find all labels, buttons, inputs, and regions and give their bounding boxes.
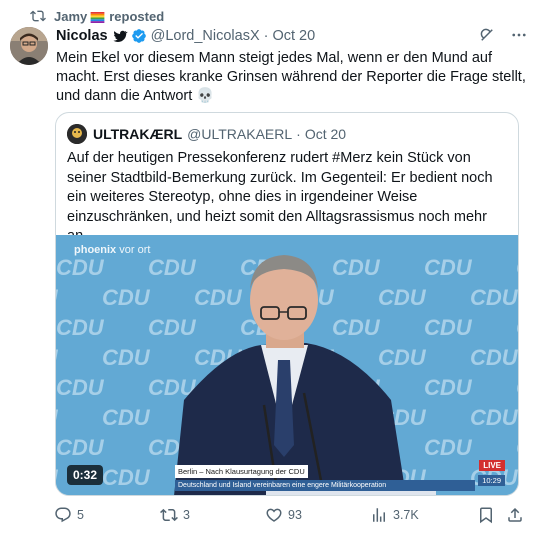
- backdrop-logo-text: CDU: [102, 465, 151, 490]
- reply-button[interactable]: 5: [54, 506, 84, 524]
- backdrop-logo-text: CDU: [102, 285, 151, 310]
- backdrop-logo-text: CDU: [470, 285, 518, 310]
- backdrop-logo-text: CDU: [424, 435, 473, 460]
- rainbow-flag-icon: [90, 11, 105, 23]
- backdrop-logo-text: CDU: [470, 345, 518, 370]
- backdrop-logo-text: CDU: [102, 345, 151, 370]
- backdrop-logo-text: CDU: [148, 315, 197, 340]
- quote-time: Oct 20: [304, 126, 347, 142]
- separator-dot: ·: [263, 28, 269, 44]
- header-actions: [478, 26, 528, 44]
- quote-header: ULTRAKÆRL @ULTRAKAERL · Oct 20: [67, 124, 346, 144]
- tweet-text: Mein Ekel vor diesem Mann steigt jedes M…: [56, 50, 526, 104]
- separator-dot: ·: [296, 126, 301, 142]
- channel-logo: phoenix vor ort: [74, 244, 151, 256]
- quote-text: Auf der heutigen Pressekonferenz rudert …: [67, 150, 493, 244]
- video-player[interactable]: CDU CDU CDU CDU CDU CDU CDU CDU CDU CDU CDU CDU CDU C…: [56, 235, 518, 495]
- backdrop-logo-text: CDU: [470, 405, 518, 430]
- backdrop-logo-text: CDU: [56, 375, 105, 400]
- video-duration: 0:32: [67, 465, 104, 485]
- backdrop-logo-text: CDU: [148, 255, 197, 280]
- quote-author-handle[interactable]: @ULTRAKAERL: [187, 126, 292, 142]
- backdrop-logo-text: CDU: [424, 255, 473, 280]
- more-options-icon[interactable]: [510, 26, 528, 44]
- share-button[interactable]: [506, 506, 529, 524]
- action-bar: 5 3 93 3.7K: [54, 506, 526, 528]
- bookmark-icon: [480, 507, 492, 524]
- backdrop-logo-text: CDU: [56, 435, 105, 460]
- backdrop-logo-text: CDU: [516, 435, 518, 460]
- backdrop-logo-text: CDU: [194, 285, 243, 310]
- backdrop-logo-text: CDU: [516, 375, 518, 400]
- repost-icon: [160, 508, 178, 522]
- analytics-icon: [373, 508, 385, 522]
- video-frame: CDU CDU CDU CDU CDU CDU CDU CDU CDU CDU CDU CDU CDU C…: [56, 235, 518, 495]
- quoted-tweet[interactable]: ULTRAKÆRL @ULTRAKAERL · Oct 20 Auf der h…: [55, 112, 519, 496]
- repost-user[interactable]: Jamy: [54, 9, 87, 24]
- share-icon: [508, 507, 522, 522]
- backdrop-logo-text: CDU: [516, 315, 518, 340]
- author-name[interactable]: Nicolas: [56, 28, 108, 44]
- tweet-time[interactable]: Oct 20: [272, 28, 315, 44]
- repost-label: reposted: [109, 8, 165, 24]
- grok-icon[interactable]: [478, 26, 496, 44]
- tweet-header: Nicolas @Lord_NicolasX · Oct 20: [56, 26, 528, 46]
- ticker-title: Berlin – Nach Klausurtagung der CDU: [175, 465, 308, 478]
- live-time: 10:29: [478, 475, 505, 486]
- author-handle[interactable]: @Lord_NicolasX: [151, 28, 260, 44]
- backdrop-logo-text: CDU: [378, 285, 427, 310]
- ticker-subtitle: Deutschland und Island vereinbaren eine …: [175, 480, 475, 491]
- like-count: 93: [288, 508, 302, 522]
- repost-button[interactable]: 3: [160, 506, 190, 524]
- quote-author-name[interactable]: ULTRAKÆRL: [93, 126, 182, 142]
- verified-badge-icon: [131, 29, 146, 43]
- backdrop-logo-text: CDU: [56, 315, 105, 340]
- like-button[interactable]: 93: [265, 506, 302, 524]
- reply-icon: [55, 507, 71, 523]
- quote-avatar[interactable]: [67, 124, 87, 144]
- avatar[interactable]: [10, 27, 48, 65]
- backdrop-logo-text: CDU: [424, 375, 473, 400]
- heart-icon: [266, 508, 282, 522]
- backdrop-logo-text: CDU: [378, 345, 427, 370]
- backdrop-logo-text: CDU: [332, 315, 381, 340]
- bird-icon: [113, 30, 128, 42]
- backdrop-logo-text: CDU: [424, 315, 473, 340]
- views-button[interactable]: 3.7K: [370, 506, 419, 524]
- backdrop-logo-text: CDU: [102, 405, 151, 430]
- repost-indicator[interactable]: Jamy reposted: [30, 7, 164, 25]
- repost-icon: [30, 10, 46, 22]
- bookmark-button[interactable]: [477, 506, 500, 524]
- repost-count: 3: [183, 508, 190, 522]
- live-badge: LIVE: [479, 460, 505, 471]
- reply-count: 5: [77, 508, 84, 522]
- backdrop-logo-text: CDU: [332, 255, 381, 280]
- news-ticker: Berlin – Nach Klausurtagung der CDU Deut…: [175, 461, 475, 491]
- backdrop-logo-text: CDU: [516, 255, 518, 280]
- backdrop-logo-text: CDU: [56, 255, 105, 280]
- view-count: 3.7K: [393, 508, 419, 522]
